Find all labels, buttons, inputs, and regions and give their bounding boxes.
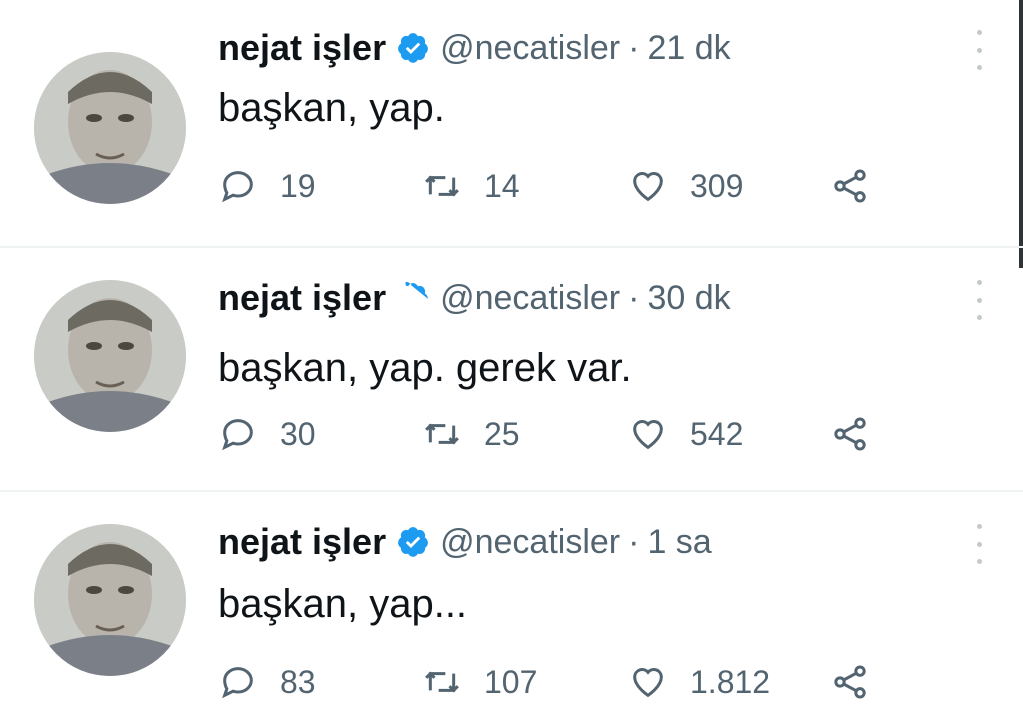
heart-icon: [633, 172, 663, 202]
tweet-header: nejat işler @necatisler · 21 dk: [218, 26, 731, 70]
display-name[interactable]: nejat işler: [218, 521, 386, 563]
timestamp[interactable]: 21 dk: [647, 29, 730, 68]
timestamp[interactable]: 1 sa: [647, 523, 711, 562]
timestamp[interactable]: 30 dk: [647, 279, 730, 318]
separator-dot: ·: [628, 28, 640, 67]
avatar[interactable]: [34, 280, 186, 432]
share-button[interactable]: [830, 414, 870, 454]
more-options-icon[interactable]: [973, 524, 985, 564]
retweet-button[interactable]: 25: [422, 414, 520, 454]
verified-badge-icon: [398, 527, 429, 557]
verified-badge-icon: [405, 281, 428, 304]
retweet-icon: [425, 671, 459, 693]
share-icon: [834, 665, 866, 699]
reply-button[interactable]: 83: [218, 662, 316, 702]
heart-icon: [633, 420, 663, 450]
like-button[interactable]: 542: [628, 414, 743, 454]
reply-icon: [222, 419, 253, 451]
like-count: 1.812: [690, 663, 771, 700]
display-name[interactable]: nejat işler: [218, 277, 386, 319]
avatar[interactable]: [34, 524, 186, 676]
reply-button[interactable]: 30: [218, 414, 316, 454]
reply-count: 83: [280, 663, 316, 700]
reply-button[interactable]: 19: [218, 166, 316, 206]
share-button[interactable]: [830, 662, 870, 702]
share-button[interactable]: [830, 166, 870, 206]
retweet-count: 14: [484, 167, 520, 204]
reply-icon: [222, 667, 253, 699]
retweet-count: 107: [484, 663, 538, 700]
verified-badge-icon: [398, 33, 429, 63]
share-icon: [834, 169, 866, 203]
handle[interactable]: @necatisler: [440, 523, 620, 562]
tweet-text: başkan, yap...: [218, 582, 468, 626]
display-name[interactable]: nejat işler: [218, 27, 386, 69]
reply-icon: [222, 171, 253, 203]
more-options-icon[interactable]: [973, 30, 985, 70]
tweet-text: başkan, yap. gerek var.: [218, 346, 632, 390]
separator-dot: ·: [628, 522, 640, 561]
retweet-icon: [425, 423, 459, 445]
like-button[interactable]: 309: [628, 166, 743, 206]
handle[interactable]: @necatisler: [440, 29, 620, 68]
tweet[interactable]: nejat işler @necatisler · 30 dk başkan, …: [0, 276, 1023, 486]
tweet[interactable]: nejat işler @necatisler · 1 sa başkan, y…: [0, 520, 1023, 708]
tweet-divider: [0, 490, 1023, 492]
share-icon: [834, 417, 866, 451]
tweet-header: nejat işler @necatisler · 1 sa: [218, 520, 712, 564]
tweet-header: nejat işler @necatisler · 30 dk: [218, 276, 731, 320]
more-options-icon[interactable]: [973, 280, 985, 320]
like-button[interactable]: 1.812: [628, 662, 770, 702]
avatar[interactable]: [34, 52, 186, 204]
reply-count: 30: [280, 415, 316, 452]
handle[interactable]: @necatisler: [440, 279, 620, 318]
retweet-icon: [425, 175, 459, 197]
retweet-button[interactable]: 107: [422, 662, 537, 702]
like-count: 309: [690, 167, 744, 204]
retweet-button[interactable]: 14: [422, 166, 520, 206]
retweet-count: 25: [484, 415, 520, 452]
like-count: 542: [690, 415, 744, 452]
tweet-divider: [0, 246, 1023, 248]
separator-dot: ·: [628, 278, 640, 317]
heart-icon: [633, 668, 663, 698]
tweet[interactable]: nejat işler @necatisler · 21 dk başkan, …: [0, 26, 1023, 246]
reply-count: 19: [280, 167, 316, 204]
tweet-text: başkan, yap.: [218, 86, 445, 130]
